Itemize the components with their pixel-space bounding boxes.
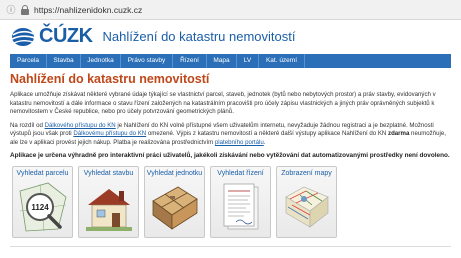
- tile-vyhledat-jednotku[interactable]: Vyhledat jednotku: [144, 166, 205, 238]
- usage-notice: Aplikace je určena výhradně pro interakt…: [10, 151, 450, 159]
- remote-access-link-2[interactable]: Dálkovému přístupu do KN: [73, 130, 146, 137]
- site-title: Nahlížení do katastru nemovitostí: [102, 28, 296, 44]
- nav-item-mapa[interactable]: Mapa: [207, 54, 237, 68]
- tile-label: Vyhledat jednotku: [146, 170, 203, 177]
- nav-item-kat-uzemi[interactable]: Kat. území: [259, 54, 305, 68]
- tile-zobrazeni-mapy[interactable]: Zobrazení mapy: [276, 166, 337, 238]
- nav-item-jednotka[interactable]: Jednotka: [81, 54, 121, 68]
- divider: [10, 246, 451, 247]
- floor-plan-icon: [152, 186, 198, 230]
- tile-label: Vyhledat stavbu: [83, 170, 134, 177]
- page-title: Nahlížení do katastru nemovitostí: [10, 72, 210, 86]
- tile-label: Vyhledat parcelu: [16, 170, 69, 177]
- info-icon[interactable]: ⓘ: [2, 3, 20, 16]
- payment-portal-link[interactable]: platebního portálu: [215, 139, 264, 146]
- house-icon: [86, 189, 132, 231]
- nav-item-stavba[interactable]: Stavba: [47, 54, 81, 68]
- tile-vyhledat-stavbu[interactable]: Vyhledat stavbu: [78, 166, 139, 238]
- logo-text: ČÚZK: [39, 24, 93, 47]
- lock-icon: [20, 4, 30, 15]
- nav-item-rizeni[interactable]: Řízení: [173, 54, 207, 68]
- nav-item-pravo-stavby[interactable]: Právo stavby: [121, 54, 173, 68]
- parcel-number-badge: 1124: [31, 203, 49, 212]
- access-paragraph: Na rozdíl od Dálkového přístupu do KN je…: [10, 121, 446, 146]
- nav-item-lv[interactable]: LV: [237, 54, 259, 68]
- remote-access-link-1[interactable]: Dálkového přístupu do KN: [45, 122, 116, 129]
- tile-vyhledat-parcelu[interactable]: Vyhledat parcelu 1124: [12, 166, 73, 238]
- browser-url-bar[interactable]: ⓘ https://nahlizenidokn.cuzk.cz: [0, 0, 461, 20]
- cuzk-logo[interactable]: ČÚZK: [10, 25, 93, 48]
- site-header: ČÚZK Nahlížení do katastru nemovitostí: [10, 20, 451, 52]
- tile-label: Vyhledat řízení: [217, 170, 264, 177]
- tile-vyhledat-rizeni[interactable]: Vyhledat řízení: [210, 166, 271, 238]
- globe-logo-icon: [11, 28, 36, 46]
- main-nav: Parcela Stavba Jednotka Právo stavby Říz…: [10, 54, 451, 68]
- document-icon: [223, 183, 259, 230]
- intro-paragraph: Aplikace umožňuje získávat některé vybra…: [10, 91, 436, 116]
- nav-item-parcela[interactable]: Parcela: [10, 54, 47, 68]
- tile-label: Zobrazení mapy: [281, 170, 332, 177]
- url-text[interactable]: https://nahlizenidokn.cuzk.cz: [34, 5, 142, 15]
- parcel-map-icon: 1124: [19, 182, 67, 232]
- map-icon: [285, 186, 329, 228]
- search-tiles: Vyhledat parcelu 1124 Vyhledat stavbu Vy…: [12, 166, 337, 238]
- main-content: Nahlížení do katastru nemovitostí Aplika…: [10, 70, 451, 160]
